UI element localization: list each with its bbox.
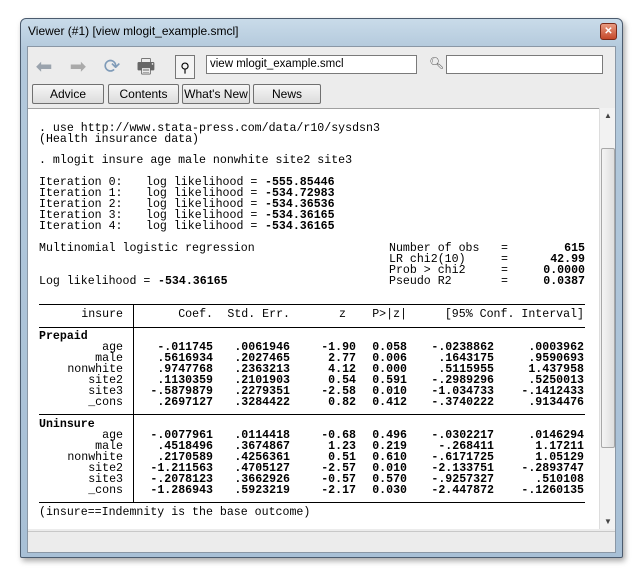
viewer-body: ⬅ ➡ ⟳ 🖶 ⚲ view mlogit_example.smcl 🔍︎ Ad… [27,46,616,553]
find-icon[interactable]: ⚲ [175,55,195,79]
refresh-icon[interactable]: ⟳ [100,55,124,79]
loglik-value: -534.36165 [158,275,228,288]
search-input[interactable] [446,55,603,74]
equation-name: Uninsure [39,418,95,431]
loglik-label: Log likelihood = [39,275,151,288]
news-button[interactable]: News [253,84,321,104]
output-note: (Health insurance data) [39,133,200,146]
print-icon[interactable]: 🖶 [134,55,158,79]
stat-value: 0.0387 [543,275,585,288]
whats-new-button[interactable]: What's New [182,84,250,104]
footer-note: (insure==Indemnity is the base outcome) [39,506,311,519]
model-title: Multinomial logistic regression [39,242,255,255]
close-button[interactable]: ✕ [600,23,617,40]
contents-button[interactable]: Contents [108,84,179,104]
column-header: [95% Conf. Interval] [444,308,584,321]
window-title: Viewer (#1) [view mlogit_example.smcl] [28,24,239,38]
search-icon[interactable]: 🔍︎ [429,56,444,70]
iteration-text: log likelihood = [146,220,258,233]
table-rule [39,414,585,415]
table-cell: -.1260135 [521,484,584,497]
vertical-scrollbar[interactable]: ▲ ▼ [599,108,615,529]
iteration-label: Iteration 4: [39,220,123,233]
status-bar [28,531,615,552]
advice-button[interactable]: Advice [32,84,104,104]
stat-label: Pseudo R2 [389,275,452,288]
iteration-value: -534.36165 [265,220,335,233]
equation-name: Prepaid [39,330,88,343]
forward-icon[interactable]: ➡ [66,55,90,79]
table-cell: .9134476 [528,396,584,409]
table-rule [39,327,585,328]
table-rule [39,502,585,503]
table-rule [39,304,585,305]
scroll-up-icon[interactable]: ▲ [600,111,616,120]
scroll-down-icon[interactable]: ▼ [600,517,616,526]
command-line: . mlogit insure age male nonwhite site2 … [39,154,353,167]
command-input[interactable]: view mlogit_example.smcl [206,55,417,74]
back-icon[interactable]: ⬅ [32,55,56,79]
results-pane: . use http://www.stata-press.com/data/r1… [28,108,599,529]
column-header: P>|z| [372,308,407,321]
viewer-window: Viewer (#1) [view mlogit_example.smcl] ✕… [20,18,623,558]
scroll-thumb[interactable] [601,148,615,448]
